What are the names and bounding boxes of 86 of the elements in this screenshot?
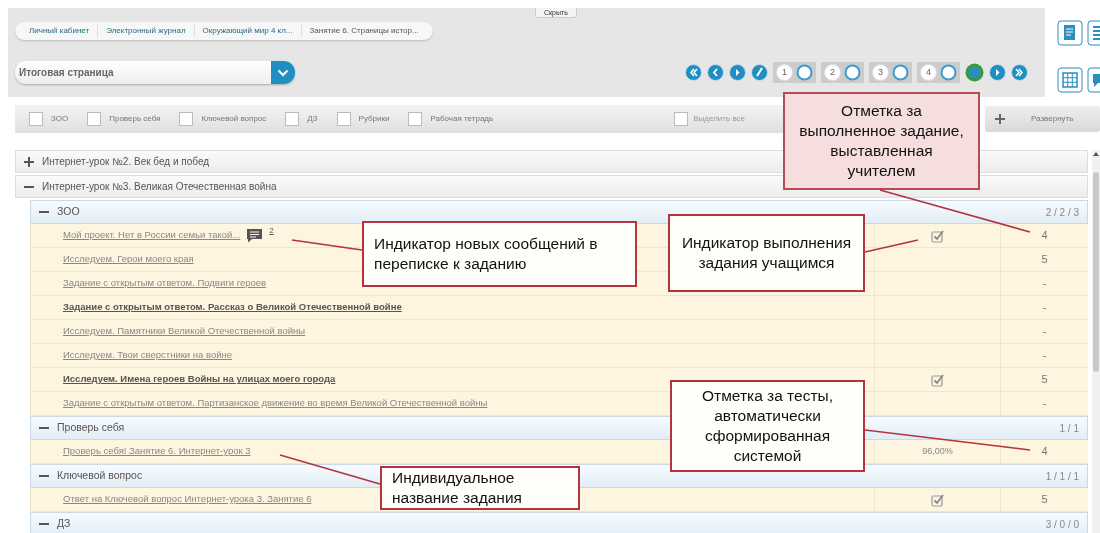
select-all-checkbox[interactable] [674, 112, 689, 126]
ring-icon [940, 64, 957, 81]
section-title: ДЗ [57, 516, 71, 532]
task-link[interactable]: Проверь себя! Занятие 6. Интернет-урок 3 [63, 444, 251, 459]
callout-tooltip: Индивидуальное название задания [380, 466, 580, 510]
pencil-icon[interactable] [751, 64, 768, 81]
filter-checkbox[interactable] [285, 112, 300, 126]
page-button[interactable]: 1 [776, 64, 793, 81]
callout-tooltip: Индикатор новых сообщений в переписке к заданию [362, 221, 637, 287]
section-title: Ключевой вопрос [57, 468, 143, 484]
filter-label: Рубрики [358, 113, 390, 125]
document-icon[interactable] [1057, 20, 1083, 46]
grade-cell: 5 [1000, 488, 1088, 511]
task-link[interactable]: Исследуем. Имена героев Войны на улицах моего города [63, 372, 336, 387]
score-text: 96,00% [922, 444, 953, 458]
next-page-icon[interactable] [729, 64, 746, 81]
first-page-icon[interactable] [685, 64, 702, 81]
task-link[interactable]: Задание с открытым ответом. Рассказ о Великой Отечественной войне [63, 300, 402, 315]
select-all-label: Выделить все [693, 113, 745, 125]
section-title: Проверь себя [57, 420, 125, 436]
filter-checkbox[interactable] [29, 112, 43, 126]
check-icon [931, 492, 944, 507]
status-dot-icon [965, 63, 984, 82]
plus-icon [995, 114, 1005, 124]
task-link[interactable]: Исследуем. Герои моего края [63, 252, 194, 267]
filter-label: Рабочая тетрадь [430, 113, 494, 125]
filter-checkbox[interactable] [87, 112, 102, 126]
lesson-title: Интернет-урок №2. Век бед и побед [42, 155, 210, 169]
grade-cell: - [1000, 392, 1088, 415]
expand-icon[interactable] [24, 156, 34, 167]
ring-icon [892, 64, 909, 81]
leader-line [291, 239, 363, 251]
task-link[interactable]: Мой проект. Нет в России семьи такой... [63, 228, 241, 243]
grade-cell: 4 [1000, 224, 1088, 247]
breadcrumb-link[interactable]: Личный кабинет [21, 25, 99, 37]
ring-icon [844, 64, 861, 81]
message-icon[interactable] [246, 228, 264, 243]
breadcrumb-link[interactable]: Электронный журнал [98, 25, 195, 37]
callout-tooltip: Отметка за выполненное задание, выставленная учителем [783, 92, 980, 190]
task-link[interactable]: Исследуем. Твои сверстники на войне [63, 348, 233, 363]
grade-cell: - [1000, 272, 1088, 295]
callout-tooltip: Отметка за тесты, автоматически сформированная системой [670, 380, 865, 472]
page-button[interactable]: 2 [824, 64, 841, 81]
breadcrumb-link[interactable]: Окружающий мир 4 кл... [194, 25, 302, 37]
leader-line [864, 239, 919, 253]
grade-cell: - [1000, 320, 1088, 343]
section-count: 2 / 2 / 3 [1045, 205, 1079, 220]
previous-page-icon[interactable] [707, 64, 724, 81]
breadcrumb-link[interactable]: Занятие 6. Страницы истор... [301, 25, 427, 37]
page-button[interactable]: 3 [872, 64, 889, 81]
ring-icon [796, 64, 813, 81]
grade-cell: - [1000, 296, 1088, 319]
grade-cell: 5 [1000, 248, 1088, 271]
task-link[interactable]: Исследуем. Памятники Великой Отечественной войны [63, 324, 306, 339]
grade-cell: - [1000, 344, 1088, 367]
filter-label: ДЗ [307, 113, 318, 125]
filter-label: Ключевой вопрос [201, 113, 267, 125]
scroll-up-icon[interactable] [1092, 150, 1100, 158]
scrollbar[interactable] [1092, 150, 1100, 533]
dropdown-button[interactable] [271, 61, 295, 84]
task-link[interactable]: Задание с открытым ответом. Подвиги героев [63, 276, 267, 291]
filter-checkbox[interactable] [408, 112, 423, 126]
next-page-icon[interactable] [989, 64, 1006, 81]
section-row[interactable]: ДЗ 3 / 0 / 0 [30, 512, 1088, 533]
grade-cell: 4 [1000, 440, 1088, 463]
filter-label: ЗОО [51, 113, 69, 125]
last-page-icon[interactable] [1011, 64, 1028, 81]
table-icon[interactable] [1057, 66, 1083, 93]
grade-cell: 5 [1000, 368, 1088, 391]
section-count: 1 / 1 [1059, 421, 1079, 436]
page-button[interactable]: 4 [920, 64, 937, 81]
section-count: 3 / 0 / 0 [1045, 517, 1079, 532]
check-icon [931, 372, 944, 387]
filter-checkbox[interactable] [336, 112, 351, 126]
section-title: ЗОО [57, 204, 80, 220]
expand-button[interactable]: Развернуть [985, 106, 1100, 132]
task-link[interactable]: Ответ на Ключевой вопрос Интернет-урока 3. Занятие 6 [63, 492, 312, 507]
message-count[interactable]: 2 [269, 225, 274, 237]
check-icon [931, 228, 944, 243]
callout-tooltip: Индикатор выполнения задания учащимся [668, 214, 865, 292]
section-count: 1 / 1 / 1 [1045, 469, 1079, 484]
filter-checkbox[interactable] [179, 112, 194, 126]
filter-label: Проверь себя [109, 113, 161, 125]
task-link[interactable]: Задание с открытым ответом. Партизанское движение во время Великой Отечественной войны [63, 396, 488, 411]
lesson-title: Интернет-урок №3. Великая Отечественная война [42, 180, 277, 194]
page-select[interactable]: Итоговая страница [15, 61, 295, 84]
